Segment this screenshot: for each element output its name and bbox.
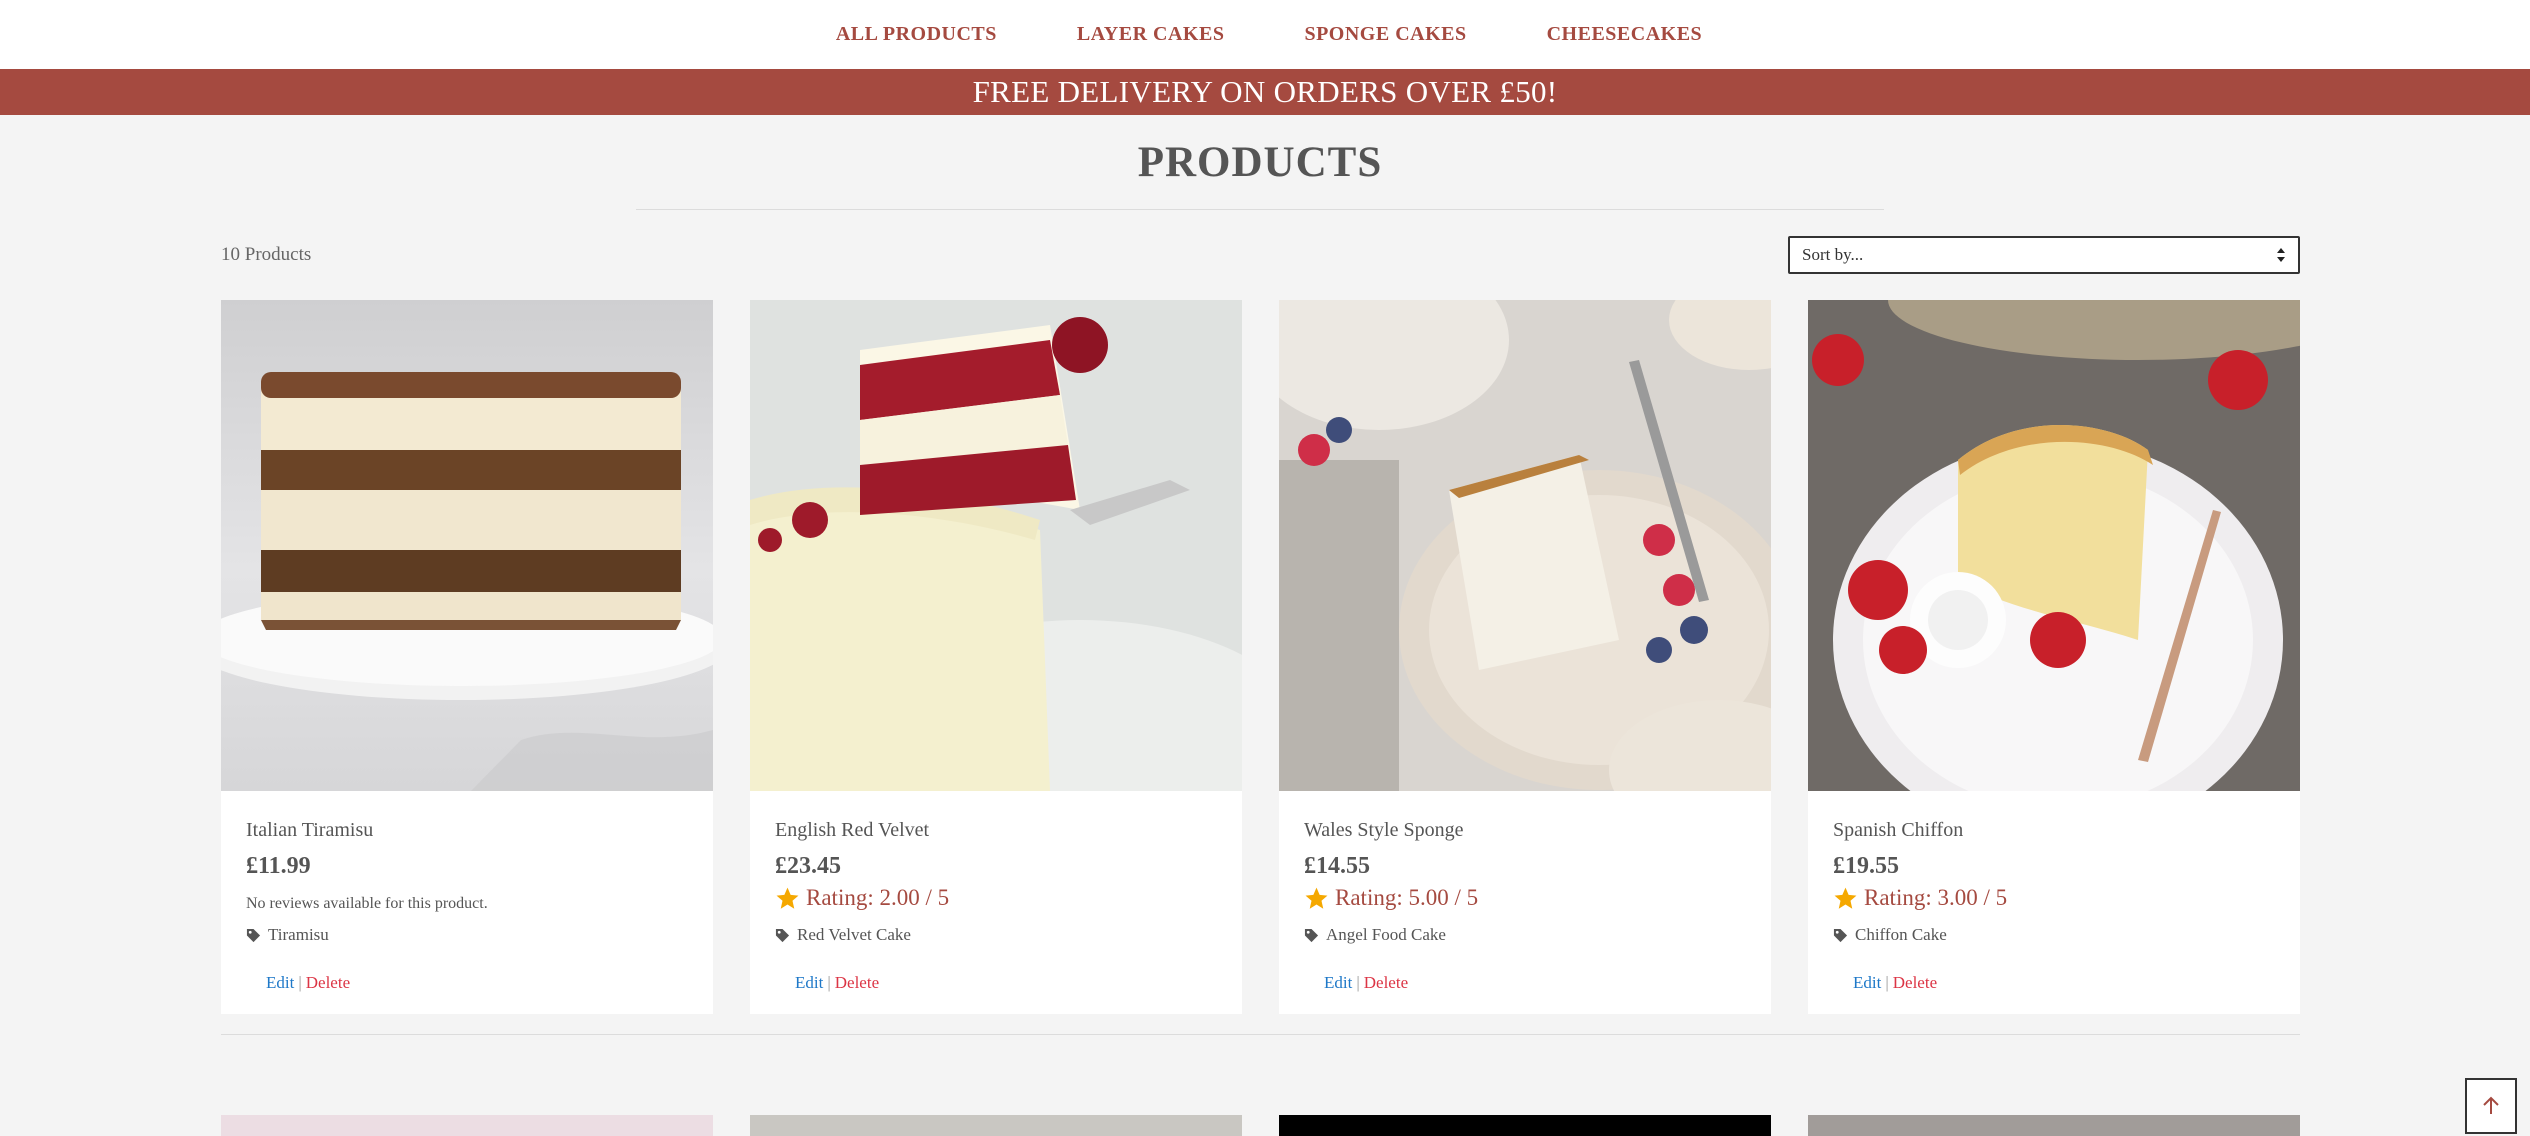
rating-text: Rating: 3.00 / 5 [1864, 885, 2008, 910]
top-nav: ALL PRODUCTS LAYER CAKES SPONGE CAKES CH… [0, 0, 2530, 69]
product-actions: Edit | Delete [1853, 973, 1937, 993]
edit-link[interactable]: Edit [795, 973, 823, 992]
edit-link[interactable]: Edit [1853, 973, 1881, 992]
delete-link[interactable]: Delete [1893, 973, 1937, 992]
product-tag-label: Tiramisu [268, 925, 329, 944]
product-image-tiramisu[interactable] [221, 300, 713, 791]
no-reviews-text: No reviews available for this product. [246, 895, 488, 912]
tag-icon [1833, 928, 1848, 942]
arrow-up-icon [2483, 1096, 2499, 1114]
product-name: Spanish Chiffon [1833, 819, 1964, 841]
sort-arrows-icon [2277, 248, 2285, 262]
page-title: PRODUCTS [1137, 139, 1383, 186]
sort-select[interactable]: Sort by... [1788, 236, 2300, 274]
tag-icon [775, 928, 790, 942]
product-price: £23.45 [775, 853, 841, 879]
nav-all-products[interactable]: ALL PRODUCTS [836, 23, 997, 46]
product-actions: Edit | Delete [266, 973, 350, 993]
product-actions: Edit | Delete [1324, 973, 1408, 993]
scroll-to-top-button[interactable] [2465, 1078, 2517, 1134]
tag-icon [246, 928, 261, 942]
edit-link[interactable]: Edit [266, 973, 294, 992]
product-image-partial[interactable] [221, 1115, 713, 1136]
product-actions: Edit | Delete [795, 973, 879, 993]
rating-text: Rating: 5.00 / 5 [1335, 885, 1479, 910]
product-tag: Tiramisu [246, 925, 329, 945]
product-tag: Red Velvet Cake [775, 925, 911, 945]
edit-link[interactable]: Edit [1324, 973, 1352, 992]
product-tag: Chiffon Cake [1833, 925, 1947, 945]
sort-select-value: Sort by... [1802, 245, 1864, 264]
promo-banner: FREE DELIVERY ON ORDERS OVER £50! [0, 69, 2530, 115]
product-name: Italian Tiramisu [246, 819, 374, 841]
rating-text: Rating: 2.00 / 5 [806, 885, 950, 910]
title-divider [636, 209, 1884, 210]
action-separator: | [298, 973, 302, 992]
section-divider [221, 1034, 2300, 1035]
product-rating: Rating: 3.00 / 5 [1833, 885, 2007, 911]
nav-sponge-cakes[interactable]: SPONGE CAKES [1304, 23, 1466, 46]
product-image-partial[interactable] [750, 1115, 1242, 1136]
nav-layer-cakes[interactable]: LAYER CAKES [1077, 23, 1225, 46]
delete-link[interactable]: Delete [835, 973, 879, 992]
delete-link[interactable]: Delete [1364, 973, 1408, 992]
product-card: Italian Tiramisu £11.99 No reviews avail… [221, 300, 713, 1014]
product-name: English Red Velvet [775, 819, 930, 841]
star-icon [1305, 887, 1328, 909]
action-separator: | [827, 973, 831, 992]
star-icon [1834, 887, 1857, 909]
product-tag: Angel Food Cake [1304, 925, 1446, 945]
product-price: £14.55 [1304, 853, 1370, 879]
product-tag-label: Angel Food Cake [1326, 925, 1446, 944]
product-card: Spanish Chiffon £19.55 Rating: 3.00 / 5 … [1808, 300, 2300, 1014]
action-separator: | [1356, 973, 1360, 992]
product-count: 10 Products [221, 244, 312, 265]
tag-icon [1304, 928, 1319, 942]
product-price: £11.99 [246, 853, 311, 879]
product-image-sponge[interactable] [1279, 300, 1771, 791]
product-name: Wales Style Sponge [1304, 819, 1464, 841]
product-tag-label: Chiffon Cake [1855, 925, 1947, 944]
product-image-partial[interactable] [1808, 1115, 2300, 1136]
product-image-red-velvet[interactable] [750, 300, 1242, 791]
delete-link[interactable]: Delete [306, 973, 350, 992]
product-rating: Rating: 2.00 / 5 [775, 885, 949, 911]
product-card: English Red Velvet £23.45 Rating: 2.00 /… [750, 300, 1242, 1014]
product-image-chiffon[interactable] [1808, 300, 2300, 791]
product-card: Wales Style Sponge £14.55 Rating: 5.00 /… [1279, 300, 1771, 1014]
star-icon [776, 887, 799, 909]
action-separator: | [1885, 973, 1889, 992]
product-rating: Rating: 5.00 / 5 [1304, 885, 1478, 911]
nav-cheesecakes[interactable]: CHEESECAKES [1547, 23, 1703, 46]
product-image-partial[interactable] [1279, 1115, 1771, 1136]
product-tag-label: Red Velvet Cake [797, 925, 911, 944]
product-price: £19.55 [1833, 853, 1899, 879]
